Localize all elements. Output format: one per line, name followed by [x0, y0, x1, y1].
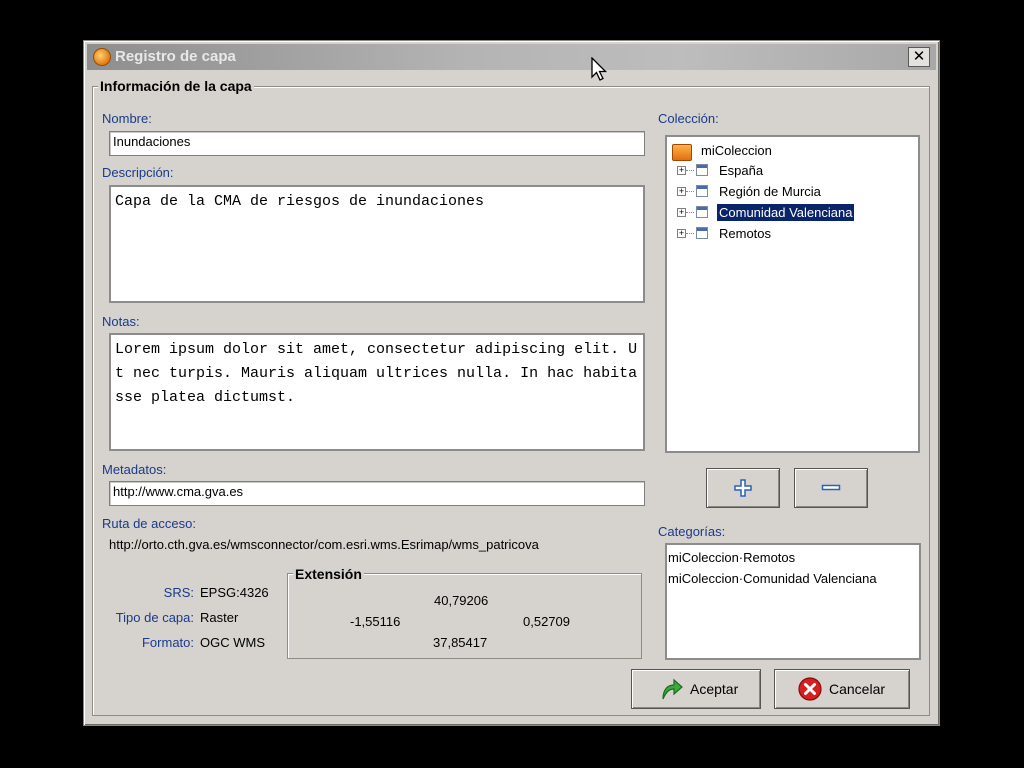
descripcion-textarea[interactable]: Capa de la CMA de riesgos de inundacione…: [109, 185, 645, 303]
plus-icon: [734, 479, 752, 497]
layer-registration-dialog: Registro de capa ✕ Información de la cap…: [83, 40, 940, 726]
ruta-label: Ruta de acceso:: [102, 516, 196, 531]
metadatos-input[interactable]: http://www.cma.gva.es: [109, 481, 645, 506]
layer-info-legend: Información de la capa: [98, 78, 254, 94]
category-item[interactable]: miColeccion·Comunidad Valenciana: [668, 568, 918, 589]
cancelar-label: Cancelar: [829, 681, 886, 697]
notas-label: Notas:: [102, 314, 140, 329]
expand-icon[interactable]: +: [677, 187, 686, 196]
layer-node-icon: [696, 185, 708, 197]
tipo-label: Tipo de capa:: [115, 610, 194, 625]
cancelar-button[interactable]: Cancelar: [774, 669, 910, 709]
tree-item-region-de-murcia[interactable]: + Región de Murcia: [667, 182, 917, 202]
close-button[interactable]: ✕: [908, 47, 930, 67]
extension-north: 40,79206: [434, 593, 489, 608]
srs-value: EPSG:4326: [200, 585, 269, 600]
tree-item-label: Región de Murcia: [719, 184, 821, 199]
add-category-button[interactable]: [706, 468, 780, 508]
aceptar-button[interactable]: Aceptar: [631, 669, 761, 709]
metadatos-label: Metadatos:: [102, 462, 167, 477]
srs-label: SRS:: [163, 585, 194, 600]
layer-node-icon: [696, 164, 708, 176]
formato-label: Formato:: [141, 635, 194, 650]
cancel-x-icon: [798, 677, 822, 701]
extension-south: 37,85417: [433, 635, 488, 650]
descripcion-label: Descripción:: [102, 165, 174, 180]
nombre-label: Nombre:: [102, 111, 152, 126]
coleccion-label: Colección:: [658, 111, 719, 126]
extension-west: -1,55116: [350, 614, 401, 629]
nombre-input[interactable]: Inundaciones: [109, 131, 645, 156]
tree-item-espana[interactable]: + España: [667, 161, 917, 181]
categorias-list[interactable]: miColeccion·Remotos miColeccion·Comunida…: [665, 543, 921, 660]
categorias-label: Categorías:: [658, 524, 726, 539]
title-bar[interactable]: Registro de capa ✕: [87, 44, 936, 70]
mouse-cursor-icon: [591, 57, 608, 81]
aceptar-label: Aceptar: [690, 681, 739, 697]
tree-root-label: miColeccion: [701, 143, 772, 158]
accept-arrow-icon: [662, 678, 683, 700]
tree-connector: [686, 233, 694, 234]
category-item[interactable]: miColeccion·Remotos: [668, 547, 918, 568]
remove-category-button[interactable]: [794, 468, 868, 508]
tree-item-comunidad-valenciana[interactable]: + Comunidad Valenciana: [667, 203, 917, 223]
expand-icon[interactable]: +: [677, 208, 686, 217]
tree-connector: [686, 191, 694, 192]
tree-item-label: España: [719, 163, 764, 178]
tree-item-label-selected: Comunidad Valenciana: [717, 204, 855, 221]
tree-connector: [686, 170, 694, 171]
window-title: Registro de capa: [115, 48, 236, 65]
expand-icon[interactable]: +: [677, 166, 686, 175]
extension-east: 0,52709: [523, 614, 570, 629]
tree-item-label: Remotos: [719, 226, 772, 241]
tipo-value: Raster: [200, 610, 239, 625]
layer-node-icon: [696, 206, 708, 218]
tree-item-remotos[interactable]: + Remotos: [667, 224, 917, 244]
minus-icon: [821, 484, 841, 491]
close-icon: ✕: [912, 47, 926, 65]
expand-icon[interactable]: +: [677, 229, 686, 238]
ruta-value: http://orto.cth.gva.es/wmsconnector/com.…: [109, 537, 539, 552]
formato-value: OGC WMS: [200, 635, 265, 650]
coleccion-tree[interactable]: miColeccion + España + Región de Murcia …: [665, 135, 920, 453]
layer-node-icon: [696, 227, 708, 239]
extension-legend: Extensión: [293, 566, 364, 582]
notas-textarea[interactable]: Lorem ipsum dolor sit amet, consectetur …: [109, 333, 645, 451]
tree-root[interactable]: miColeccion: [667, 140, 917, 161]
app-icon: [93, 48, 111, 66]
tree-connector: [686, 212, 694, 213]
collection-folder-icon: [672, 144, 692, 161]
